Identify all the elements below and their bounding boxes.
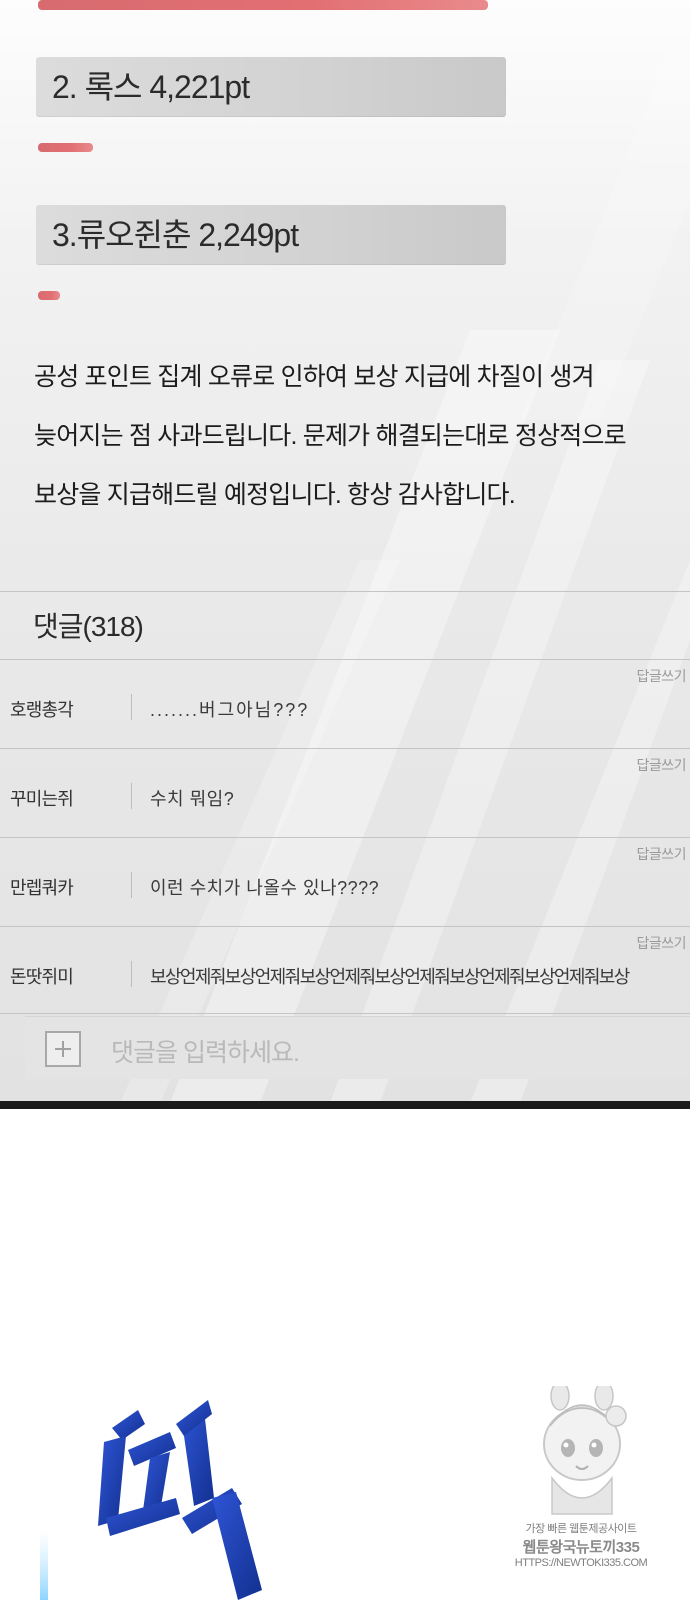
comment-author[interactable]: 만렙쿼카 <box>10 874 74 900</box>
comment-separator <box>131 872 132 898</box>
comment-row: 답글쓰기 호랭총각 .......버그아님??? <box>0 660 690 748</box>
ranking-entry-3: 3.류오쥔춘 2,249pt <box>36 205 506 265</box>
watermark-url: HTTPS://NEWTOKI335.COM <box>514 1557 648 1569</box>
comment-text: 수치 뭐임? <box>150 789 235 809</box>
comment-author[interactable]: 호랭총각 <box>10 696 74 722</box>
comment-text: 이런 수치가 나올수 있나???? <box>150 878 380 898</box>
ranking-3-bar <box>38 291 60 300</box>
comment-text: .......버그아님??? <box>150 700 310 720</box>
ranking-label: 3.류오쥔춘 2,249pt <box>52 217 299 253</box>
reply-button[interactable]: 답글쓰기 <box>636 666 686 686</box>
comment-row: 답글쓰기 돈땃쥐미 보상언제줘보상언제줘보상언제줘보상언제줘보상언제줘보상언제줘… <box>0 927 690 1015</box>
comment-author[interactable]: 돈땃쥐미 <box>10 963 74 989</box>
notice-line: 공성 포인트 집계 오류로 인하여 보상 지급에 차질이 생겨 <box>34 363 595 391</box>
notice-text: 공성 포인트 집계 오류로 인하여 보상 지급에 차질이 생겨 늦어지는 점 사… <box>34 348 674 525</box>
ranking-entry-2: 2. 록스 4,221pt <box>36 57 506 117</box>
mascot-icon <box>543 1386 627 1515</box>
announcement-panel: 2. 록스 4,221pt 3.류오쥔춘 2,249pt 공성 포인트 집계 오… <box>0 0 690 1103</box>
notice-line: 보상을 지급해드릴 예정입니다. 항상 감사합니다. <box>34 481 516 509</box>
comments-title: 댓글(318) <box>33 611 144 642</box>
top-score-bar <box>38 0 488 10</box>
comment-row: 답글쓰기 만렙쿼카 이런 수치가 나올수 있나???? <box>0 838 690 926</box>
comment-input-placeholder[interactable]: 댓글을 입력하세요. <box>111 1033 300 1069</box>
reply-button[interactable]: 답글쓰기 <box>636 755 686 775</box>
sound-effect-art <box>40 1400 262 1600</box>
comment-separator <box>131 694 132 720</box>
reply-button[interactable]: 답글쓰기 <box>636 844 686 864</box>
notice-line: 늦어지는 점 사과드립니다. 문제가 해결되는대로 정상적으로 <box>34 422 627 450</box>
ranking-2-bar <box>38 143 93 152</box>
comment-row: 답글쓰기 꾸미는쥐 수치 뭐임? <box>0 749 690 837</box>
ranking-label: 2. 록스 4,221pt <box>52 69 250 105</box>
comments-section: 댓글(318) 답글쓰기 호랭총각 .......버그아님??? 답글쓰기 꾸미… <box>0 591 690 1103</box>
add-attachment-button[interactable] <box>45 1031 81 1067</box>
site-watermark: 가장 빠른 웹툰제공사이트 웹툰왕국뉴토끼335 HTTPS://NEWTOKI… <box>506 1386 656 1591</box>
webtoon-page: 2. 록스 4,221pt 3.류오쥔춘 2,249pt 공성 포인트 집계 오… <box>0 0 690 1600</box>
comment-author[interactable]: 꾸미는쥐 <box>10 785 74 811</box>
comment-separator <box>131 783 132 809</box>
comment-input-bar[interactable]: 댓글을 입력하세요. <box>25 1016 690 1079</box>
comment-separator <box>131 961 132 987</box>
watermark-tagline: 가장 빠른 웹툰제공사이트 <box>525 1523 637 1535</box>
comment-divider <box>0 1013 690 1014</box>
reply-button[interactable]: 답글쓰기 <box>636 933 686 953</box>
comment-text: 보상언제줘보상언제줘보상언제줘보상언제줘보상언제줘보상언제줘보상 <box>150 967 630 987</box>
comments-top-divider <box>0 591 690 592</box>
watermark-site-name: 웹툰왕국뉴토끼335 <box>522 1539 640 1556</box>
panel-border <box>0 1101 690 1109</box>
